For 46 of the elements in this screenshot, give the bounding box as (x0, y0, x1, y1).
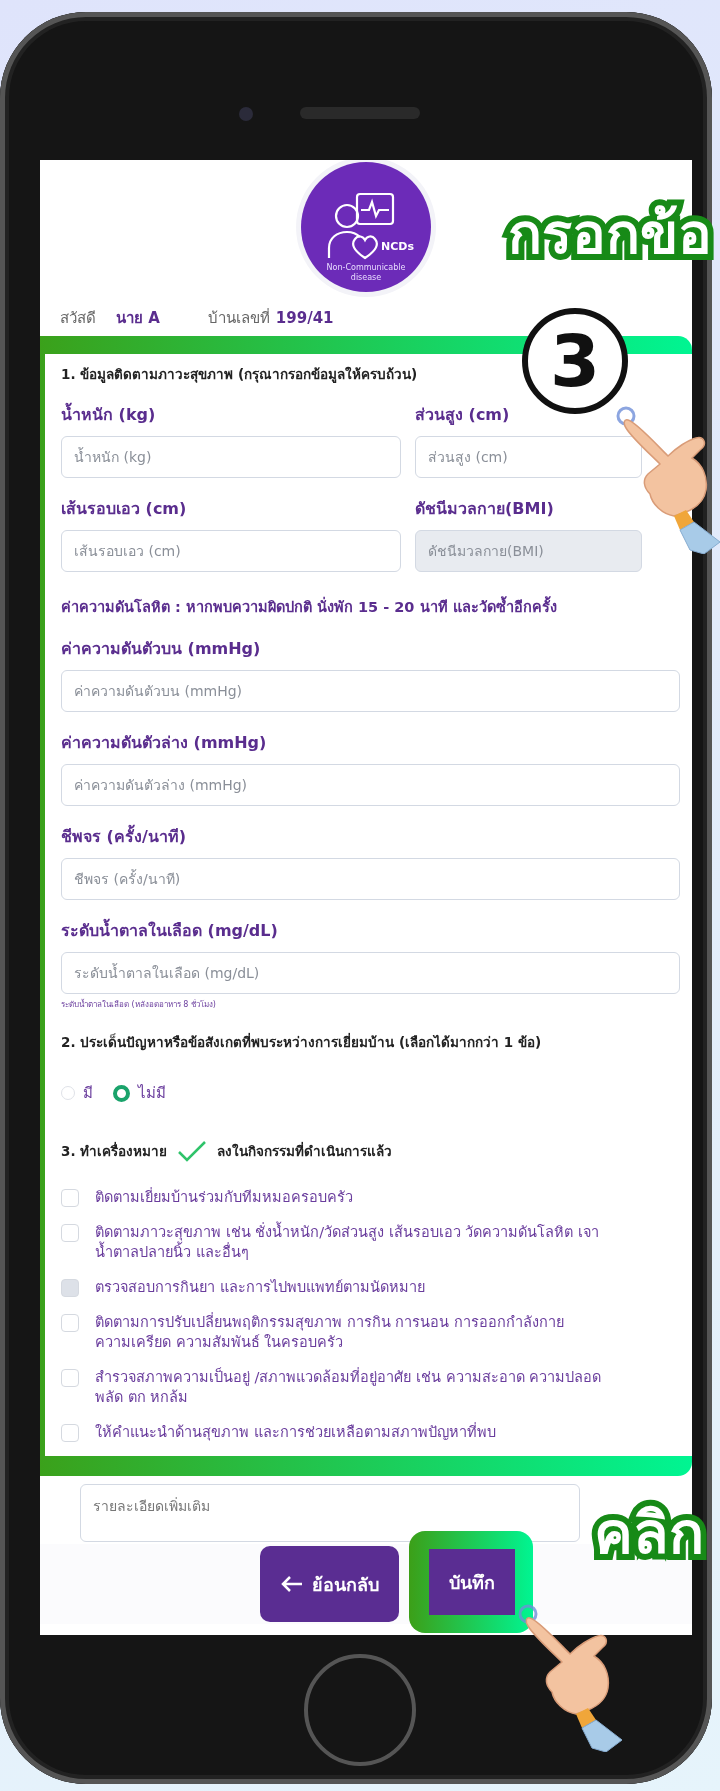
user-name: นาย A (115, 308, 161, 329)
checkbox[interactable] (61, 1369, 79, 1387)
checkmark-icon (177, 1140, 208, 1162)
checkbox-label: ติดตามเยี่ยมบ้านร่วมกับทีมหมอครอบครัว (95, 1187, 353, 1207)
checkbox[interactable] (61, 1314, 79, 1332)
checkbox-label: ตรวจสอบการกินยา และการไปพบแพทย์ตามนัดหมาย (95, 1278, 425, 1297)
logo-title: NCDs (381, 240, 414, 253)
house-label: บ้านเลขที่ (207, 307, 270, 329)
checkbox-label: ติดตามภาวะสุขภาพ เช่น ชั่งน้ำหนัก/วัดส่วนสูง เส้นรอบเอว วัดความดันโลหิต เจา น้ำตาลปลายนิ้ว และอื่นๆ (95, 1222, 599, 1262)
arrow-left-icon (279, 1575, 304, 1593)
back-button[interactable]: ย้อนกลับ (259, 1546, 399, 1622)
radio-button[interactable] (113, 1084, 130, 1102)
details-field[interactable]: รายละเอียดเพิ่มเติม (80, 1484, 580, 1542)
pointing-hand-icon (616, 404, 720, 554)
camera-dot (239, 107, 253, 121)
field-label: ค่าความดันตัวล่าง (mmHg) (61, 733, 268, 753)
radio-label: มี (83, 1083, 93, 1104)
save-button[interactable]: บันทึก (428, 1549, 515, 1615)
section-title: 2. ประเด็นปัญหาหรือข้อสังเกตที่พบระหว่างการเยี่ยมบ้าน (เลือกได้มากกว่า 1 ข้อ) (61, 1032, 543, 1052)
field-label: ดัชนีมวลกาย(BMI) (415, 499, 555, 519)
text-input-field[interactable]: น้ำหนัก (kg) (61, 436, 401, 478)
text-input-field[interactable]: ชีพจร (ครั้ง/นาที) (61, 858, 680, 900)
section-title: 1. ข้อมูลติดตามภาวะสุขภาพ (กรุณากรอกข้อมูลให้ครบถ้วน) (61, 365, 419, 384)
text-input-field[interactable]: เส้นรอบเอว (cm) (61, 530, 401, 572)
home-button[interactable] (304, 1654, 416, 1766)
blood-pressure-note: ค่าความดันโลหิต : หากพบความผิดปกติ นั่งพัก 15 - 20 นาที และวัดซ้ำอีกครั้ง (61, 595, 692, 618)
text-input-field[interactable]: ส่วนสูง (cm) (415, 436, 642, 478)
checkbox-label: ให้คำแนะนำด้านสุขภาพ และการช่วยเหลือตามสภาพปัญหาที่พบ (95, 1422, 496, 1442)
checkbox[interactable] (61, 1224, 79, 1242)
text-input-field[interactable]: ค่าความดันตัวล่าง (mmHg) (61, 764, 680, 806)
house-number: 199/41 (275, 309, 334, 327)
section-title: 3. ทำเครื่องหมาย (61, 1141, 168, 1161)
logo-subtitle: Non-Communicable disease (325, 263, 407, 283)
checkbox[interactable] (61, 1424, 79, 1442)
radio-label: ไม่มี (138, 1083, 166, 1104)
text-input-field[interactable]: ค่าความดันตัวบน (mmHg) (61, 670, 680, 712)
field-label: ส่วนสูง (cm) (415, 405, 511, 425)
checkbox-label: สำรวจสภาพความเป็นอยู่ /สภาพแวดล้อมที่อยู่อาศัย เช่น ความสะอาด ความปลอด พลัด ตก หกล้ม (95, 1367, 602, 1407)
field-label: ค่าความดันตัวบน (mmHg) (61, 639, 262, 659)
checkbox-label: ติดตามการปรับเปลี่ยนพฤติกรรมสุขภาพ การกิน การนอน การออกกำลังกาย ความเครียด ความสัมพันธ์ ในครอบครัว (95, 1312, 564, 1352)
section-title: ลงในกิจกรรมที่ดำเนินการแล้ว (217, 1141, 393, 1161)
text-input-field[interactable]: ระดับน้ำตาลในเลือด (mg/dL) (61, 952, 680, 994)
checkbox[interactable] (61, 1189, 79, 1207)
greeting-text: สวัสดี (60, 308, 96, 329)
helper-text: ระดับน้ำตาลในเลือด (หลังอดอาหาร 8 ชั่วโมง) (61, 998, 217, 1011)
field-label: เส้นรอบเอว (cm) (61, 499, 188, 519)
